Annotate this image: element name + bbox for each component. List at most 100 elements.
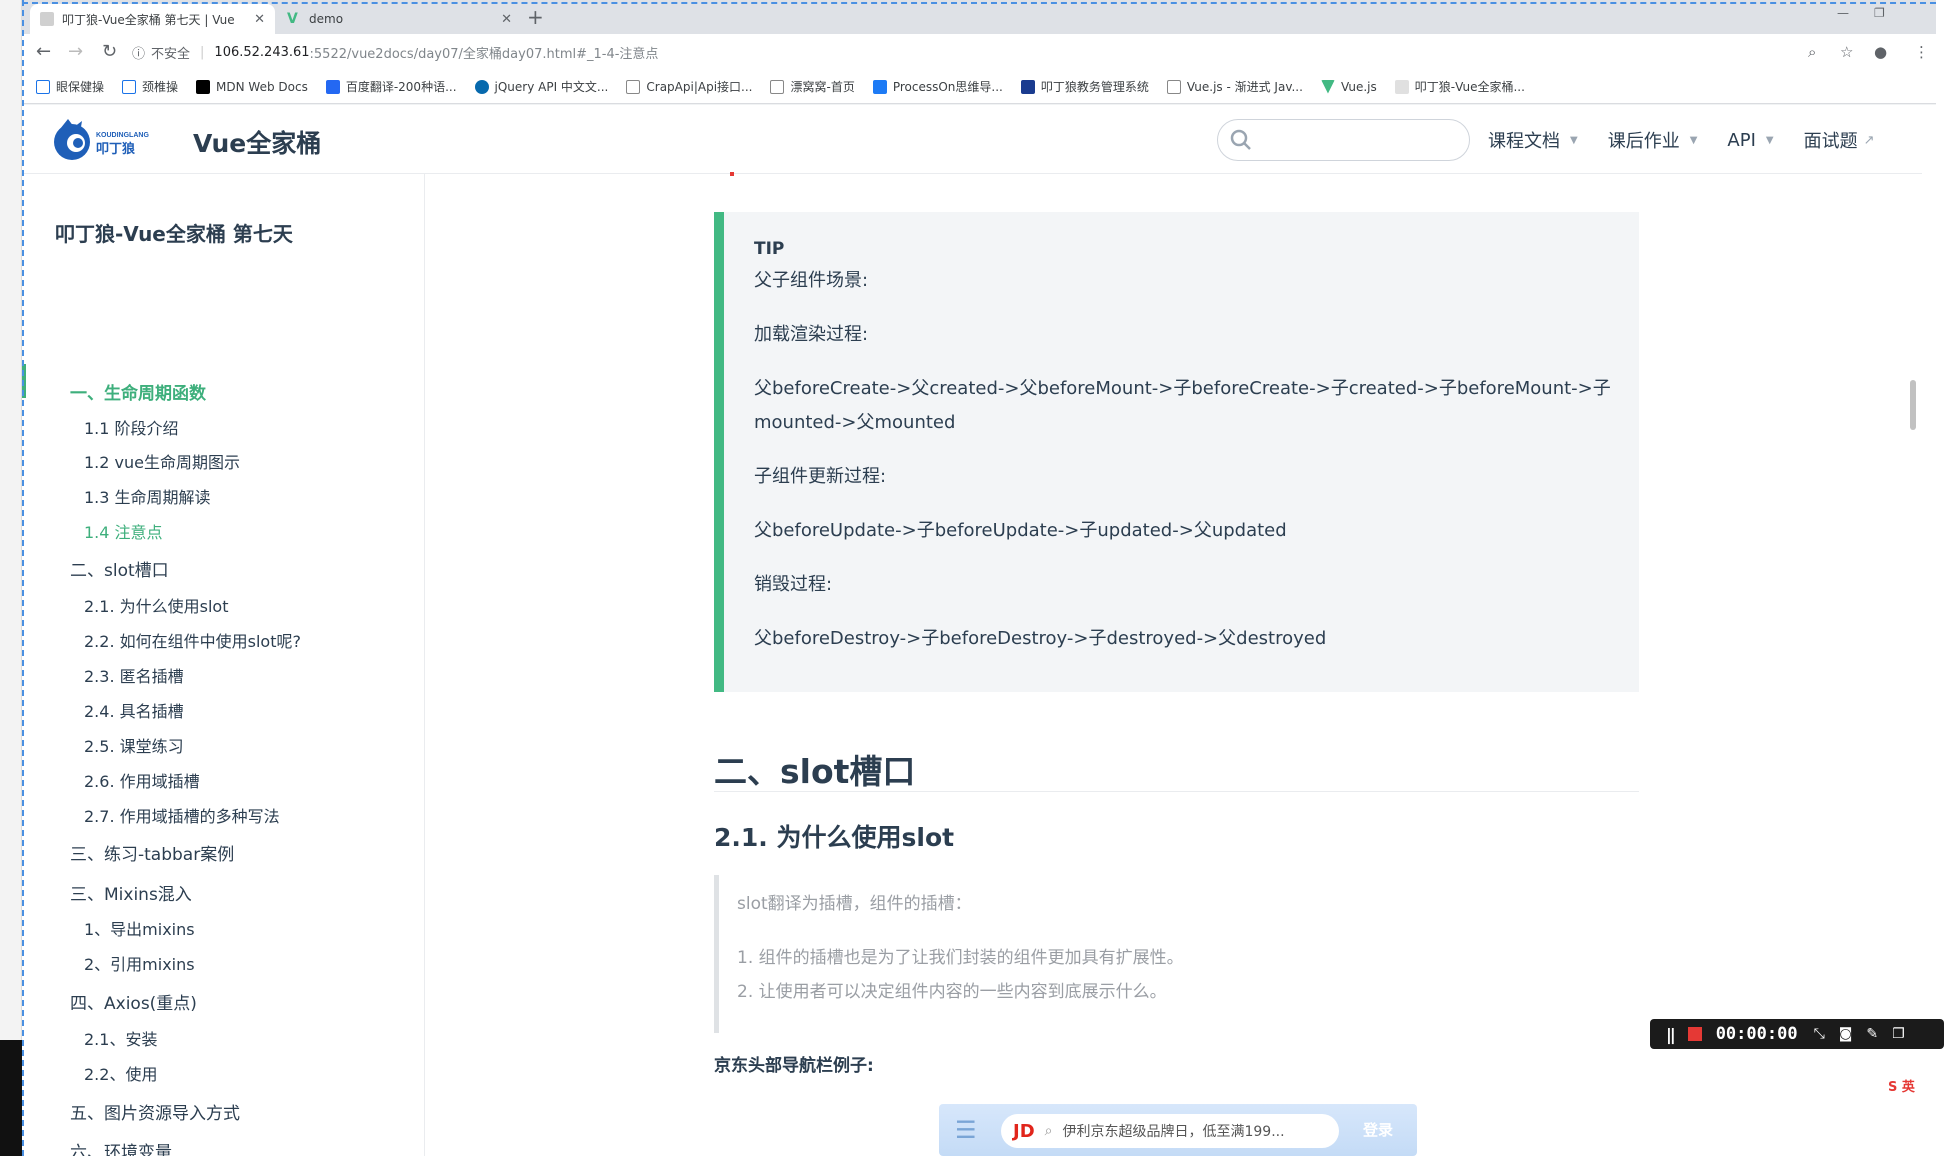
sidebar-item[interactable]: 2.1、安装 xyxy=(84,1026,157,1050)
baidu-translate-icon xyxy=(325,79,340,94)
url-field[interactable]: ⓘ 不安全 | 106.52.243.61 :5522/vue2docs/day… xyxy=(132,39,1832,65)
new-tab-icon[interactable]: + xyxy=(527,4,544,30)
sidebar-item[interactable]: 2.5. 课堂练习 xyxy=(84,733,184,757)
sidebar: 叩丁狼-Vue全家桶 第七天 一、生命周期函数 1.1 阶段介绍 1.2 vue生命… xyxy=(22,174,425,1156)
sidebar-item[interactable]: 2.1. 为什么使用slot xyxy=(84,593,228,617)
pause-icon[interactable]: || xyxy=(1666,1025,1676,1044)
sidebar-item[interactable]: 三、练习-tabbar案例 xyxy=(70,840,234,865)
recording-timer: 00:00:00 xyxy=(1715,1024,1798,1044)
page-icon xyxy=(1394,79,1409,94)
quote-list-item: 1. 组件的插槽也是为了让我们封装的组件更加具有扩展性。 xyxy=(737,948,1184,968)
bookmark-label: Vue.js xyxy=(1340,79,1377,94)
browser-tab-demo[interactable]: V demo ✕ xyxy=(277,4,522,34)
search-icon: ⌕ xyxy=(1044,1123,1053,1139)
nav-course-docs[interactable]: 课程文档 ▼ xyxy=(1488,127,1578,153)
site-name[interactable]: Vue全家桶 xyxy=(193,124,321,160)
bookmark-item[interactable]: 颈椎操 xyxy=(122,78,178,95)
bookmark-item[interactable]: Vue.js - 渐进式 Jav... xyxy=(1166,78,1303,95)
hamburger-menu-icon: ☰ xyxy=(955,1116,977,1144)
sidebar-item[interactable]: 一、生命周期函数 xyxy=(70,379,206,404)
screen-recorder-toolbar: || 00:00:00 ⤡ ◙ ✎ ❐ xyxy=(1650,1019,1944,1049)
window-icon[interactable]: ❐ xyxy=(1892,1026,1905,1042)
bookmark-item[interactable]: 叩丁狼教务管理系统 xyxy=(1020,78,1149,95)
ime-icon[interactable]: S 英 xyxy=(1888,1076,1915,1095)
sidebar-item[interactable]: 2.4. 具名插槽 xyxy=(84,698,184,722)
fullscreen-icon[interactable]: ⤡ xyxy=(1814,1026,1825,1042)
tip-block: TIP 父子组件场景: 加载渲染过程: 父beforeCreate->父crea… xyxy=(714,212,1639,692)
quote-list-item: 2. 让使用者可以决定组件内容的一些内容到底展示什么。 xyxy=(737,982,1167,1002)
sidebar-item[interactable]: 2.3. 匿名插槽 xyxy=(84,663,184,687)
bookmark-label: CrapApi|Api接口... xyxy=(646,80,753,94)
bookmark-label: MDN Web Docs xyxy=(216,79,308,94)
jd-example-title: 京东头部导航栏例子: xyxy=(714,1056,874,1076)
jd-search-pill: JD ⌕ 伊利京东超级品牌日，低至满199... xyxy=(1001,1114,1339,1148)
bookmark-item[interactable]: 叩丁狼-Vue全家桶... xyxy=(1394,78,1525,95)
tab-title: 叩丁狼-Vue全家桶 第七天 | Vue xyxy=(62,12,235,27)
sidebar-item[interactable]: 1、导出mixins xyxy=(84,916,195,940)
reload-icon[interactable]: ↻ xyxy=(102,42,117,62)
sidebar-item[interactable]: 四、Axios(重点) xyxy=(70,989,197,1014)
bookmark-folder-icon xyxy=(122,79,137,94)
quote-intro: slot翻译为插槽，组件的插槽： xyxy=(737,894,972,914)
sidebar-item[interactable]: 1.1 阶段介绍 xyxy=(84,415,179,439)
nav-interview[interactable]: 面试题 ↗ xyxy=(1804,127,1875,153)
tab-title: demo xyxy=(309,12,344,26)
tab-close-icon[interactable]: ✕ xyxy=(254,12,265,27)
browser-chrome: 叩丁狼-Vue全家桶 第七天 | Vue ✕ V demo ✕ + — ❐ ← … xyxy=(22,0,1936,105)
zoom-icon[interactable]: ⌕ xyxy=(1808,43,1816,61)
bookmark-item[interactable]: MDN Web Docs xyxy=(196,79,308,94)
restore-icon[interactable]: ❐ xyxy=(1874,6,1885,20)
bookmark-item[interactable]: Vue.js xyxy=(1320,79,1377,94)
camera-icon[interactable]: ◙ xyxy=(1839,1026,1853,1042)
back-arrow-icon[interactable]: ← xyxy=(36,42,51,62)
sidebar-item[interactable]: 2、引用mixins xyxy=(84,951,195,975)
search-icon xyxy=(1230,129,1251,150)
tab-strip: 叩丁狼-Vue全家桶 第七天 | Vue ✕ V demo ✕ + — ❐ xyxy=(22,0,1936,34)
profile-icon[interactable]: ● xyxy=(1874,43,1887,61)
bookmark-item[interactable]: 漂窝窝-首页 xyxy=(770,78,855,95)
sidebar-item[interactable]: 二、slot槽口 xyxy=(70,556,169,581)
tip-line: 父beforeDestroy->子beforeDestroy->子destroy… xyxy=(754,628,1327,649)
bookmark-item[interactable]: 眼保健操 xyxy=(36,78,104,95)
sidebar-item[interactable]: 2.6. 作用域插槽 xyxy=(84,768,200,792)
info-icon[interactable]: ⓘ xyxy=(132,43,145,62)
bookmark-item[interactable]: 百度翻译-200种语... xyxy=(325,78,457,95)
sidebar-item[interactable]: 1.2 vue生命周期图示 xyxy=(84,449,240,473)
site-navbar: KOUDINGLANG 叩丁狼 Vue全家桶 课程文档 ▼ 课后作业 ▼ API ▼ … xyxy=(22,105,1922,174)
sidebar-item[interactable]: 2.2、使用 xyxy=(84,1061,157,1085)
minimize-icon[interactable]: — xyxy=(1837,6,1849,20)
sidebar-item[interactable]: 1.4 注意点 xyxy=(84,519,163,543)
bookmarks-bar: 眼保健操 颈椎操 MDN Web Docs 百度翻译-200种语... jQue… xyxy=(22,70,1936,104)
pen-icon[interactable]: ✎ xyxy=(1866,1026,1878,1042)
tab-close-icon[interactable]: ✕ xyxy=(501,12,512,27)
bookmark-label: 颈椎操 xyxy=(142,80,179,94)
sidebar-item[interactable]: 2.7. 作用域插槽的多种写法 xyxy=(84,803,280,827)
bookmark-star-icon[interactable]: ☆ xyxy=(1840,43,1853,61)
capture-region-border xyxy=(22,2,1936,4)
koudinglang-logo-icon[interactable]: KOUDINGLANG 叩丁狼 xyxy=(52,115,174,165)
logo-text-cn: 叩丁狼 xyxy=(96,141,136,157)
sidebar-item[interactable]: 三、Mixins混入 xyxy=(70,880,192,905)
bookmark-item[interactable]: jQuery API 中文文... xyxy=(474,78,608,95)
nav-api[interactable]: API ▼ xyxy=(1727,127,1773,153)
nav-homework[interactable]: 课后作业 ▼ xyxy=(1608,127,1698,153)
sidebar-item[interactable]: 1.3 生命周期解读 xyxy=(84,484,211,508)
sidebar-item[interactable]: 六、环境变量 xyxy=(70,1138,172,1156)
sidebar-item[interactable]: 2.2. 如何在组件中使用slot呢? xyxy=(84,628,301,652)
menu-dots-icon[interactable]: ⋮ xyxy=(1914,43,1929,61)
koudinglang-icon xyxy=(1020,79,1035,94)
taskbar-fragment xyxy=(0,1040,22,1156)
sidebar-title[interactable]: 叩丁狼-Vue全家桶 第七天 xyxy=(55,218,293,247)
scrollbar-thumb[interactable] xyxy=(1910,380,1916,430)
heading-divider xyxy=(714,791,1639,792)
browser-tab-active[interactable]: 叩丁狼-Vue全家桶 第七天 | Vue ✕ xyxy=(30,4,275,34)
bookmark-label: Vue.js - 渐进式 Jav... xyxy=(1186,80,1303,94)
forward-arrow-icon[interactable]: → xyxy=(68,42,83,62)
jd-logo: JD xyxy=(1013,1120,1035,1142)
bookmark-item[interactable]: CrapApi|Api接口... xyxy=(626,78,752,95)
sidebar-item[interactable]: 五、图片资源导入方式 xyxy=(70,1099,240,1124)
bookmark-item[interactable]: ProcessOn思维导... xyxy=(872,78,1003,95)
stop-record-icon[interactable] xyxy=(1687,1027,1702,1041)
tip-line: 销毁过程: xyxy=(754,574,833,595)
search-input[interactable] xyxy=(1217,119,1470,161)
